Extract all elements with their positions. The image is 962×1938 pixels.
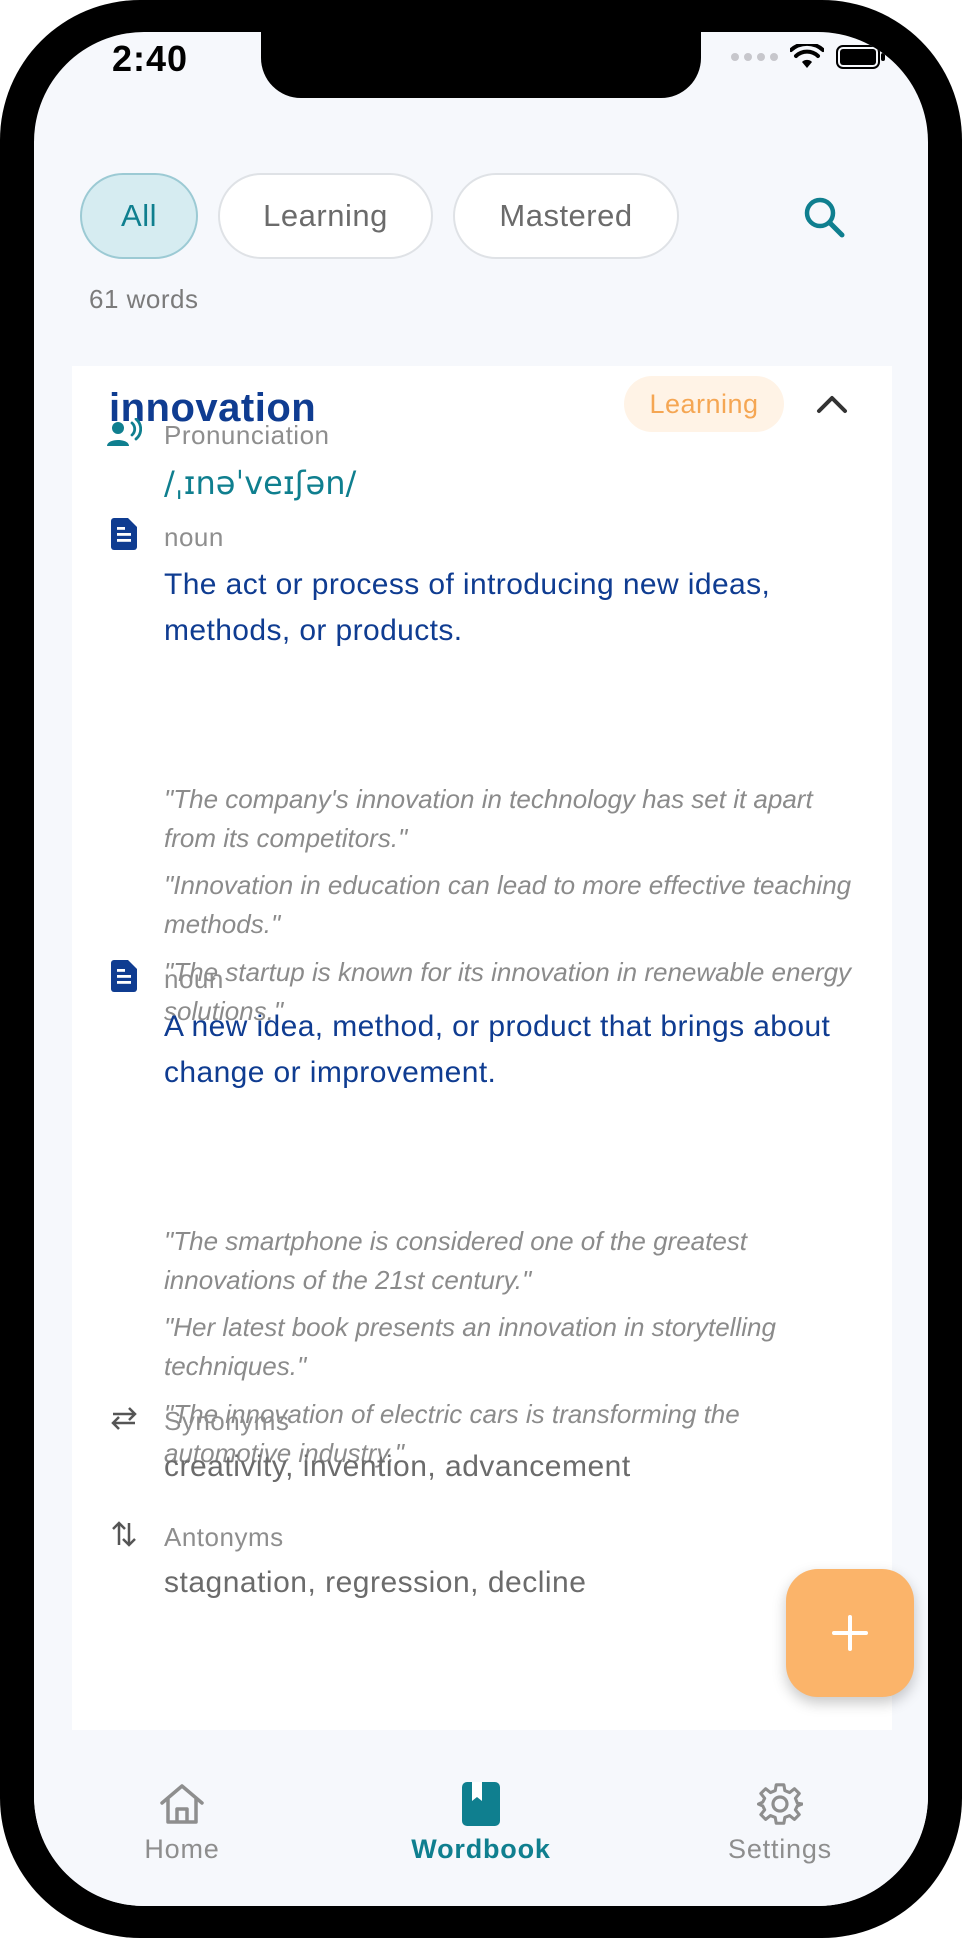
device-notch (261, 32, 701, 98)
word-count: 61 words (89, 284, 199, 314)
device-frame: 2:40 All Learning Mastered 61 words inno… (0, 0, 962, 1938)
plus-icon (832, 1615, 868, 1651)
gear-icon (756, 1780, 804, 1828)
example-sentence: "The company's innovation in technology … (164, 784, 813, 853)
nav-item-home[interactable]: Home (82, 1780, 282, 1865)
synonyms-list: creativity, invention, advancement (164, 1450, 631, 1483)
part-of-speech: noun (164, 522, 224, 552)
swap-horizontal-icon (106, 1400, 142, 1436)
antonyms-label: Antonyms (164, 1522, 284, 1552)
bottom-navigation: Home Wordbook Settings (34, 1730, 928, 1906)
pronunciation-label: Pronunciation (164, 420, 330, 450)
document-icon (106, 516, 142, 552)
status-time: 2:40 (112, 38, 189, 79)
nav-item-settings[interactable]: Settings (680, 1780, 880, 1865)
status-badge[interactable]: Learning (624, 376, 784, 432)
swap-vertical-icon (106, 1516, 142, 1552)
add-word-button[interactable] (786, 1569, 914, 1697)
antonyms-list: stagnation, regression, decline (164, 1566, 587, 1599)
filter-chip-all[interactable]: All (80, 173, 198, 259)
example-sentence: "Her latest book presents an innovation … (164, 1312, 776, 1381)
collapse-button[interactable] (812, 384, 852, 424)
definition-text: The act or process of introducing new id… (164, 568, 771, 647)
definition-text: A new idea, method, or product that brin… (164, 1010, 831, 1089)
example-sentence: "The smartphone is considered one of the… (164, 1226, 748, 1295)
filter-chip-mastered[interactable]: Mastered (453, 173, 679, 259)
nav-label-home: Home (144, 1834, 220, 1864)
nav-item-wordbook[interactable]: Wordbook (381, 1780, 581, 1865)
chevron-up-icon (817, 396, 847, 413)
search-button[interactable] (799, 192, 849, 242)
word-card: innovation Learning Pronunciation /ˌɪnəˈ… (72, 366, 892, 1766)
wifi-icon (790, 44, 824, 68)
synonyms-label: Synonyms (164, 1406, 290, 1436)
filter-chips: All Learning Mastered (80, 173, 679, 259)
battery-icon (836, 45, 885, 69)
book-icon (457, 1780, 505, 1828)
document-icon (106, 958, 142, 994)
status-indicators (731, 44, 886, 70)
search-icon (804, 197, 845, 238)
example-sentence: "Innovation in education can lead to mor… (164, 870, 852, 939)
pronunciation-text: /ˌɪnəˈveɪʃən/ (164, 464, 357, 502)
nav-label-settings: Settings (728, 1834, 832, 1864)
filter-chip-learning[interactable]: Learning (218, 173, 433, 259)
nav-label-wordbook: Wordbook (411, 1834, 551, 1864)
cellular-signal-icon (731, 53, 778, 61)
app-screen: 2:40 All Learning Mastered 61 words inno… (34, 32, 928, 1906)
part-of-speech: noun (164, 964, 224, 994)
pronunciation-icon (106, 416, 142, 452)
home-icon (158, 1780, 206, 1828)
